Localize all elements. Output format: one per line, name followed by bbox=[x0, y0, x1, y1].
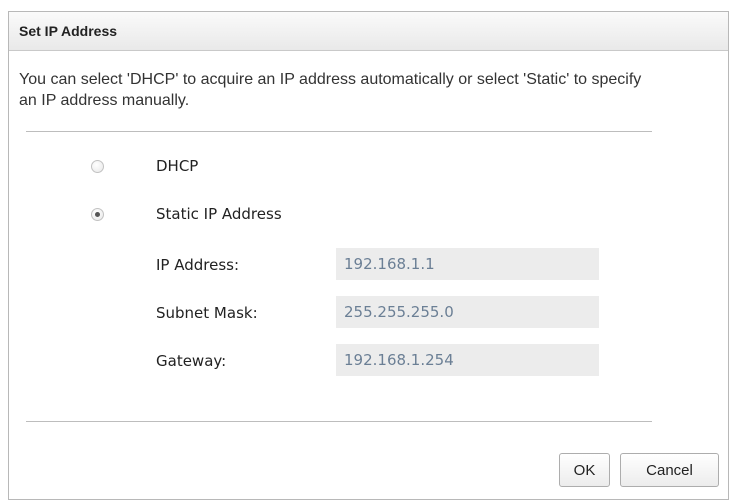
gateway-input[interactable] bbox=[336, 344, 599, 376]
ok-button[interactable]: OK bbox=[559, 453, 610, 487]
dhcp-label[interactable]: DHCP bbox=[156, 157, 198, 175]
ip-address-input[interactable] bbox=[336, 248, 599, 280]
bottom-divider bbox=[26, 421, 652, 422]
ip-address-label: IP Address: bbox=[156, 256, 240, 274]
top-divider bbox=[26, 131, 652, 132]
gateway-label: Gateway: bbox=[156, 352, 227, 370]
dhcp-radio[interactable] bbox=[91, 160, 104, 173]
dialog-title-bar: Set IP Address bbox=[9, 12, 728, 51]
static-ip-radio[interactable] bbox=[91, 208, 104, 221]
subnet-mask-input[interactable] bbox=[336, 296, 599, 328]
set-ip-address-dialog: Set IP Address You can select 'DHCP' to … bbox=[8, 11, 729, 500]
dialog-description: You can select 'DHCP' to acquire an IP a… bbox=[19, 71, 642, 109]
cancel-button[interactable]: Cancel bbox=[620, 453, 719, 487]
static-ip-label[interactable]: Static IP Address bbox=[156, 205, 282, 223]
subnet-mask-label: Subnet Mask: bbox=[156, 304, 258, 322]
dialog-title: Set IP Address bbox=[19, 23, 118, 39]
